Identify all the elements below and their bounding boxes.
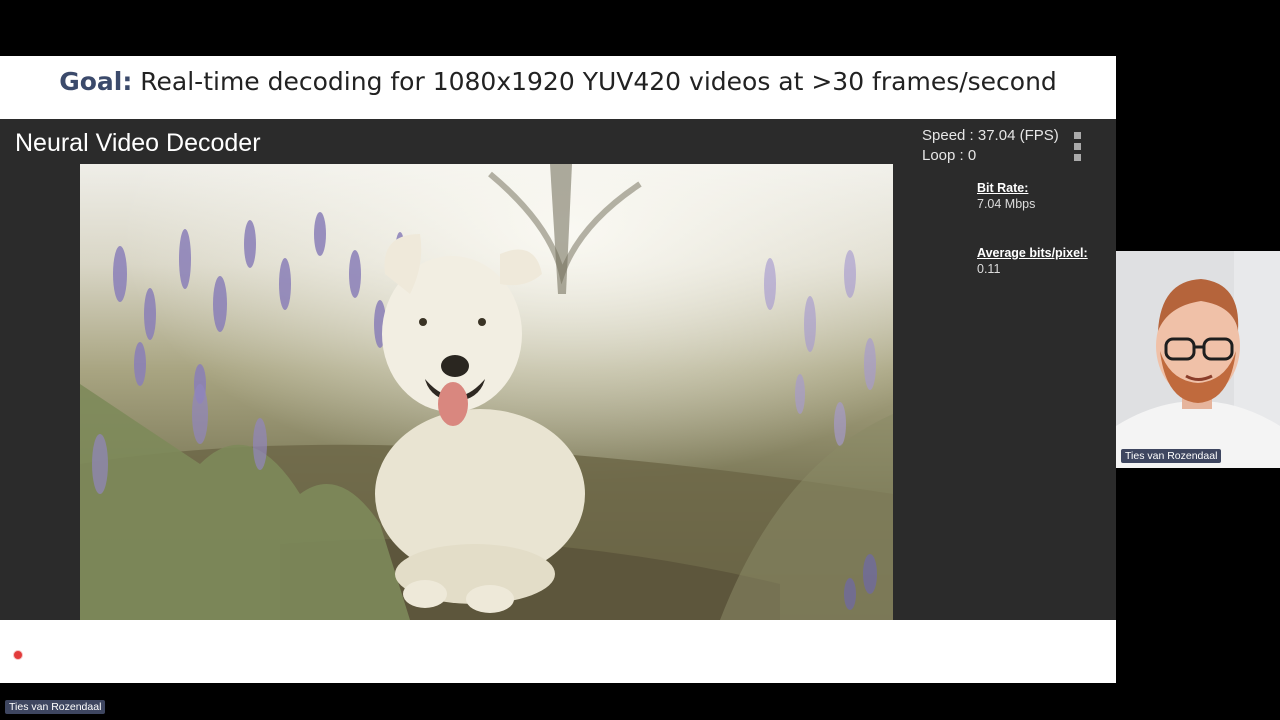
recording-indicator-icon bbox=[13, 650, 23, 660]
video-frame-image bbox=[80, 164, 893, 620]
webcam-name-tag: Ties van Rozendaal bbox=[1121, 449, 1222, 463]
goal-label: Goal: bbox=[59, 67, 133, 96]
more-options-icon[interactable] bbox=[1074, 132, 1082, 165]
decoder-app-window: Neural Video Decoder Speed : 37.04 (FPS)… bbox=[0, 119, 1116, 620]
playback-stats: Speed : 37.04 (FPS) Loop : 0 bbox=[922, 126, 1059, 166]
loop-readout: Loop : 0 bbox=[922, 147, 977, 164]
self-view-name-tag: Ties van Rozendaal bbox=[5, 700, 106, 714]
bit-rate-metric: Bit Rate: 7.04 Mbps bbox=[977, 180, 1035, 212]
app-title: Neural Video Decoder bbox=[15, 129, 261, 157]
goal-text: Real-time decoding for 1080x1920 YUV420 … bbox=[132, 67, 1057, 96]
bit-rate-value: 7.04 Mbps bbox=[977, 197, 1036, 211]
slide-goal-heading: Goal: Real-time decoding for 1080x1920 Y… bbox=[0, 64, 1116, 104]
decoded-video-frame bbox=[80, 164, 893, 620]
bits-per-pixel-value: 0.11 bbox=[977, 262, 1001, 276]
presentation-slide: Goal: Real-time decoding for 1080x1920 Y… bbox=[0, 56, 1116, 683]
bits-per-pixel-metric: Average bits/pixel: 0.11 bbox=[977, 245, 1088, 277]
presenter-video-image bbox=[1116, 251, 1280, 468]
speed-readout: Speed : 37.04 (FPS) bbox=[922, 127, 1059, 144]
bits-per-pixel-label: Average bits/pixel: bbox=[977, 246, 1088, 260]
bit-rate-label: Bit Rate: bbox=[977, 181, 1029, 195]
presenter-webcam-feed bbox=[1116, 251, 1280, 468]
